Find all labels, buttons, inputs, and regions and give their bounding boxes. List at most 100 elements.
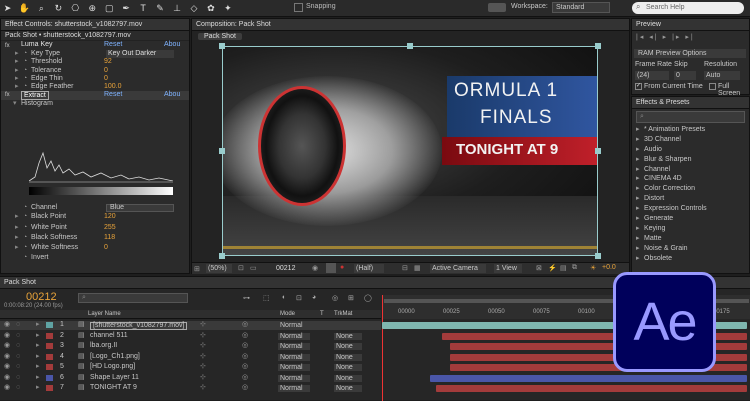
eye-icon[interactable]: ◉ — [4, 332, 10, 341]
expand-triangle-icon[interactable]: ▾ — [13, 100, 17, 108]
selection-tool-icon[interactable]: ➤ — [1, 2, 14, 15]
effect-category-item[interactable]: Generate — [632, 214, 749, 224]
bound-handle[interactable] — [595, 43, 601, 49]
layer-row[interactable]: ◉ ◌ ▸ 2 ▤ channel 511 ⊹ ◎ Normal None — [0, 332, 381, 341]
eye-icon[interactable]: ◉ — [4, 321, 10, 330]
ram-preview-options[interactable]: RAM Preview Options — [634, 49, 746, 58]
effect-category-item[interactable]: Noise & Grain — [632, 244, 749, 254]
audio-icon[interactable]: ◌ — [16, 321, 20, 330]
effect-category-item[interactable]: Matte — [632, 234, 749, 244]
motion-blur-icon[interactable]: ◕ — [312, 294, 316, 301]
stopwatch-icon[interactable]: ◔ — [23, 83, 27, 91]
audio-icon[interactable]: ◌ — [16, 332, 20, 341]
audio-icon[interactable]: ◌ — [16, 353, 20, 362]
effect-category-item[interactable]: Audio — [632, 145, 749, 155]
workspace-select[interactable]: Standard — [552, 2, 610, 13]
eye-icon[interactable]: ◉ — [4, 342, 10, 351]
zoom-tool-icon[interactable]: ⌕ — [35, 2, 48, 15]
key-type-select[interactable]: Key Out Darker — [106, 50, 174, 59]
timeline-icon[interactable]: ▤ — [560, 264, 567, 272]
blend-mode-select[interactable]: Normal — [278, 343, 310, 350]
col-mode[interactable]: Mode — [280, 311, 295, 317]
parent-pickwhip-icon[interactable]: ◎ — [242, 342, 248, 351]
parent-pickwhip-icon[interactable]: ◎ — [242, 321, 248, 330]
skip-input[interactable]: 0 — [674, 71, 696, 80]
property-value[interactable]: 0 — [104, 243, 108, 253]
label-color-swatch[interactable] — [46, 353, 53, 360]
draft-3d-icon[interactable]: ⬚ — [263, 294, 270, 302]
stopwatch-icon[interactable]: ◔ — [23, 67, 27, 75]
layer-name[interactable]: [HD Logo.png] — [90, 363, 135, 372]
effect-category-item[interactable]: Keying — [632, 224, 749, 234]
track-matte-select[interactable]: None — [334, 353, 362, 361]
from-current-checkbox[interactable]: ✓ — [635, 83, 642, 90]
track-matte-select[interactable]: None — [334, 343, 362, 350]
extract-header[interactable]: fx Extract Reset Abou — [1, 91, 189, 101]
layer-name[interactable]: Shape Layer 11 — [90, 374, 139, 383]
audio-icon[interactable]: ◌ — [16, 374, 20, 383]
layer-row[interactable]: ◉ ◌ ▸ 3 ▤ lba.org.II ⊹ ◎ Normal None — [0, 342, 381, 351]
effect-controls-tab[interactable]: Effect Controls: shutterstock_v1082797.m… — [1, 19, 189, 31]
track-matte-select[interactable]: None — [334, 364, 362, 371]
col-trkmat[interactable]: TrkMat — [334, 311, 352, 317]
expand-triangle-icon[interactable]: ▸ — [36, 353, 40, 362]
parent-pickwhip-icon[interactable]: ◎ — [242, 332, 248, 341]
effect-category-item[interactable]: 3D Channel — [632, 135, 749, 145]
switch-icon[interactable]: ⊹ — [200, 332, 206, 341]
property-value[interactable]: 0 — [104, 75, 108, 83]
snapshot-icon[interactable]: ◉ — [312, 264, 318, 272]
switch-icon[interactable]: ⊹ — [200, 353, 206, 362]
stopwatch-icon[interactable]: ◔ — [23, 58, 27, 66]
layer-duration-bar[interactable] — [436, 385, 747, 392]
pen-tool-icon[interactable]: ✒ — [120, 2, 133, 15]
parent-pickwhip-icon[interactable]: ◎ — [242, 374, 248, 383]
timeline-timecode[interactable]: 00212 — [26, 291, 57, 303]
extract-about[interactable]: Abou — [164, 91, 180, 99]
fast-previews-icon[interactable]: ⚡ — [548, 264, 557, 272]
always-preview-icon[interactable]: ⊞ — [194, 265, 200, 273]
stopwatch-icon[interactable]: ◔ — [23, 50, 27, 58]
layer-name[interactable]: [Logo_Ch1.png] — [90, 353, 140, 362]
eye-icon[interactable]: ◉ — [4, 374, 10, 383]
eye-icon[interactable]: ◉ — [4, 363, 10, 372]
effect-category-item[interactable]: Expression Controls — [632, 204, 749, 214]
search-help-input[interactable]: Search Help — [632, 2, 744, 14]
switch-icon[interactable]: ⊹ — [200, 342, 206, 351]
shy-layers-icon[interactable]: ◐ — [282, 294, 286, 301]
expand-triangle-icon[interactable]: ▸ — [36, 332, 40, 341]
blend-mode-select[interactable]: Normal — [278, 364, 310, 371]
track-matte-select[interactable]: None — [334, 332, 362, 340]
effect-category-item[interactable]: Distort — [632, 194, 749, 204]
stopwatch-icon[interactable]: ◔ — [23, 243, 27, 253]
mask-tool-icon[interactable]: ▢ — [103, 2, 116, 15]
property-value[interactable]: 118 — [104, 233, 115, 243]
effect-category-item[interactable]: Blur & Sharpen — [632, 155, 749, 165]
property-value[interactable]: 255 — [104, 223, 116, 233]
layer-row[interactable]: ◉ ◌ ▸ 6 ▤ Shape Layer 11 ⊹ ◎ Normal None — [0, 374, 381, 383]
label-color-swatch[interactable] — [46, 332, 53, 339]
fx-icon[interactable]: fx — [5, 91, 10, 99]
luma-key-header[interactable]: fx Luma Key Reset Abou — [1, 41, 189, 50]
expand-triangle-icon[interactable]: ▸ — [15, 83, 19, 91]
col-t[interactable]: T — [320, 311, 324, 317]
layer-name[interactable]: TONIGHT AT 9 — [90, 384, 137, 393]
blend-mode-select[interactable]: Normal — [278, 374, 310, 382]
expand-triangle-icon[interactable]: ▸ — [15, 58, 19, 66]
effect-category-item[interactable]: Channel — [632, 165, 749, 175]
expand-triangle-icon[interactable]: ▸ — [36, 342, 40, 351]
type-tool-icon[interactable]: T — [137, 2, 150, 15]
channel-icon[interactable] — [326, 263, 336, 273]
layer-row[interactable]: ◉ ◌ ▸ 7 ▤ TONIGHT AT 9 ⊹ ◎ Normal None — [0, 384, 381, 393]
toggle-pixel-icon[interactable]: ⊠ — [536, 264, 542, 272]
expand-triangle-icon[interactable]: ▸ — [36, 363, 40, 372]
puppet-tool-icon[interactable]: ✦ — [221, 2, 234, 15]
parent-pickwhip-icon[interactable]: ◎ — [242, 363, 248, 372]
effect-category-item[interactable]: CINEMA 4D — [632, 174, 749, 184]
flowchart-icon[interactable]: ⧉ — [572, 264, 577, 272]
label-color-swatch[interactable] — [46, 374, 53, 381]
timeline-search-input[interactable]: ⌕ — [78, 293, 188, 303]
switch-icon[interactable]: ⊹ — [200, 374, 206, 383]
expand-triangle-icon[interactable]: ▸ — [15, 233, 19, 243]
property-value[interactable]: 120 — [104, 212, 116, 222]
channel-select[interactable]: Blue — [106, 204, 174, 212]
